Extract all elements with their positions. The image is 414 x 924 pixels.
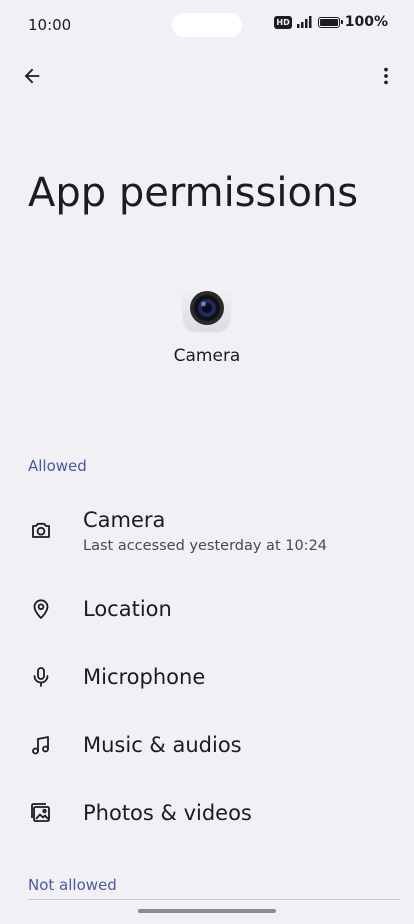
permission-label: Camera <box>83 508 166 532</box>
permission-item-location[interactable]: Location <box>0 580 414 640</box>
permission-label: Microphone <box>83 665 206 689</box>
signal-icon <box>296 16 312 28</box>
app-name: Camera <box>173 346 241 366</box>
location-pin-icon <box>28 596 54 622</box>
permission-item-photos[interactable]: Photos & videos <box>0 784 414 844</box>
permission-subtitle: Last accessed yesterday at 10:24 <box>83 538 328 554</box>
home-indicator[interactable] <box>138 909 276 913</box>
battery-icon <box>317 16 343 28</box>
camera-icon <box>28 517 54 543</box>
app-icon <box>183 284 230 331</box>
arrow-left-icon <box>24 68 40 84</box>
microphone-icon <box>28 664 54 690</box>
camera-cutout <box>172 13 242 37</box>
status-icons: HD 100% <box>274 14 388 30</box>
more-options-button[interactable] <box>368 58 404 94</box>
permission-label: Location <box>83 597 172 621</box>
section-header-not-allowed: Not allowed <box>28 876 117 894</box>
permission-item-microphone[interactable]: Microphone <box>0 648 414 708</box>
more-vert-icon <box>384 67 388 85</box>
page-title: App permissions <box>28 170 359 216</box>
camera-lens-icon <box>189 290 224 325</box>
back-button[interactable] <box>14 58 50 94</box>
permission-label: Photos & videos <box>83 801 252 825</box>
section-header-allowed: Allowed <box>28 457 87 475</box>
top-app-bar <box>0 52 414 98</box>
permission-item-music[interactable]: Music & audios <box>0 716 414 776</box>
battery-level: 100% <box>344 14 388 30</box>
music-note-icon <box>28 732 54 758</box>
permission-item-camera[interactable]: Camera Last accessed yesterday at 10:24 <box>0 500 414 560</box>
status-time: 10:00 <box>28 16 72 34</box>
hd-badge: HD <box>274 15 292 29</box>
status-bar: 10:00 HD 100% <box>0 0 414 48</box>
divider <box>28 899 400 900</box>
photos-icon <box>28 800 54 826</box>
permission-label: Music & audios <box>83 733 242 757</box>
